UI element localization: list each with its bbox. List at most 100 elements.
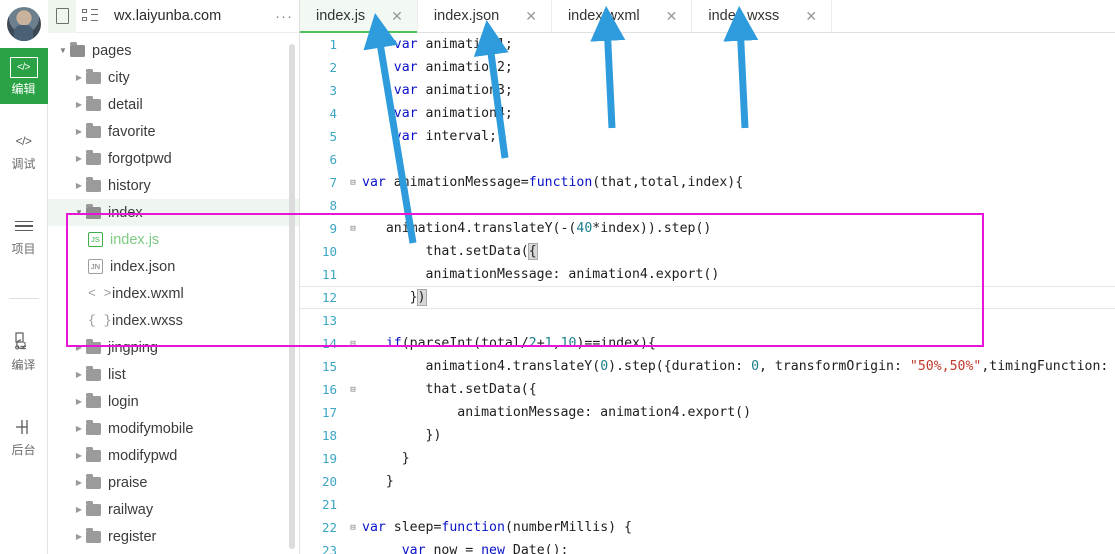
rail-item-background[interactable]: 后台 [0, 406, 48, 465]
fold-toggle-icon[interactable]: ⊟ [344, 224, 362, 234]
line-number: 10 [321, 244, 337, 259]
code-line[interactable]: 4 var animation4; [300, 102, 1115, 125]
rail-item-compile[interactable]: 编译 [0, 321, 48, 380]
tree-item-label: register [108, 528, 157, 545]
tab-index-wxml[interactable]: index.wxml ✕ [552, 0, 693, 32]
code-line[interactable]: 10 that.setData({ [300, 240, 1115, 263]
tree-item-index-wxml[interactable]: < > index.wxml [48, 280, 299, 307]
rail-item-edit[interactable]: </> 编辑 [0, 48, 48, 104]
file-tree-list[interactable]: ▼ pages ▶ city ▶ detail ▶ favorite ▶ forgotpwd ▶… [48, 33, 299, 554]
tree-item-index[interactable]: ▼ index [48, 199, 299, 226]
line-number: 14 [321, 336, 337, 351]
tree-item-index-json[interactable]: JN index.json [48, 253, 299, 280]
tree-item-register[interactable]: ▶ register [48, 523, 299, 550]
tree-item-city[interactable]: ▶ city [48, 64, 299, 91]
tree-item-login[interactable]: ▶ login [48, 388, 299, 415]
fold-toggle-icon[interactable]: ⊟ [344, 385, 362, 395]
code-content[interactable]: 1 var animation1; 2 var animation2; 3 var … [300, 33, 1115, 554]
code-line[interactable]: 1 var animation1; [300, 33, 1115, 56]
rail-item-project[interactable]: 项目 [0, 205, 48, 264]
line-number: 1 [329, 37, 337, 52]
code-line[interactable]: 17 animationMessage: animation4.export() [300, 401, 1115, 424]
chevron-right-icon[interactable]: ▶ [72, 478, 86, 487]
tree-item-detail[interactable]: ▶ detail [48, 91, 299, 118]
code-line-text: var animation1; [393, 37, 513, 52]
fold-toggle-icon[interactable]: ⊟ [344, 178, 362, 188]
wxml-file-icon: < > [88, 286, 112, 301]
code-icon: </> [9, 57, 38, 78]
chevron-right-icon[interactable]: ▶ [72, 451, 86, 460]
tree-item-index-js[interactable]: JS index.js [48, 226, 299, 253]
tree-item-jingping[interactable]: ▶ jingping [48, 334, 299, 361]
fold-toggle-icon[interactable]: ⊟ [344, 523, 362, 533]
more-options-icon[interactable]: ··· [269, 0, 299, 33]
user-avatar[interactable] [6, 7, 41, 41]
close-icon[interactable]: ✕ [805, 8, 817, 25]
avatar-container[interactable] [0, 0, 48, 48]
code-line[interactable]: 19 } [300, 447, 1115, 470]
fold-toggle-icon[interactable]: ⊟ [344, 339, 362, 349]
code-line[interactable]: 16 ⊟ that.setData({ [300, 378, 1115, 401]
close-icon[interactable]: ✕ [391, 8, 403, 25]
tree-item-modifymobile[interactable]: ▶ modifymobile [48, 415, 299, 442]
code-line[interactable]: 14 ⊟ if(parseInt(total/2+1,10)==index){ [300, 332, 1115, 355]
tab-label: index.json [433, 8, 500, 24]
line-number: 21 [321, 497, 337, 512]
line-number: 5 [329, 129, 337, 144]
code-line[interactable]: 7 ⊟ var animationMessage=function(that,tot… [300, 171, 1115, 194]
tree-item-praise[interactable]: ▶ praise [48, 469, 299, 496]
chevron-right-icon[interactable]: ▶ [72, 154, 86, 163]
code-line[interactable]: 5 var interval; [300, 125, 1115, 148]
code-line[interactable]: 15 animation4.translateY(0).step({durati… [300, 355, 1115, 378]
file-tree-scrollbar[interactable] [289, 44, 295, 549]
chevron-right-icon[interactable]: ▶ [72, 532, 86, 541]
chevron-right-icon[interactable]: ▶ [72, 424, 86, 433]
tab-index-js[interactable]: index.js ✕ [300, 0, 418, 33]
code-line[interactable]: 3 var animation3; [300, 79, 1115, 102]
code-line[interactable]: 22 ⊟ var sleep=function(numberMillis) { [300, 516, 1115, 539]
tree-item-list[interactable]: ▶ list [48, 361, 299, 388]
chevron-right-icon[interactable]: ▶ [72, 370, 86, 379]
tab-index-json[interactable]: index.json ✕ [418, 0, 552, 32]
code-line[interactable]: 12 }) [300, 286, 1115, 309]
background-icon [12, 415, 36, 439]
code-line[interactable]: 2 var animation2; [300, 56, 1115, 79]
code-line[interactable]: 20 } [300, 470, 1115, 493]
tree-item-forgotpwd[interactable]: ▶ forgotpwd [48, 145, 299, 172]
tree-toggle-icon[interactable] [76, 0, 104, 33]
tab-index-wxss[interactable]: index.wxss ✕ [692, 0, 833, 32]
code-line[interactable]: 9 ⊟ animation4.translateY(-(40*index)).st… [300, 217, 1115, 240]
code-line[interactable]: 6 [300, 148, 1115, 171]
chevron-down-icon[interactable]: ▼ [72, 208, 86, 217]
code-line-text: animation4.translateY(0).step({duration:… [362, 359, 1109, 374]
chevron-right-icon[interactable]: ▶ [72, 100, 86, 109]
chevron-right-icon[interactable]: ▶ [72, 73, 86, 82]
code-line[interactable]: 11 animationMessage: animation4.export() [300, 263, 1115, 286]
close-icon[interactable]: ✕ [666, 8, 678, 25]
chevron-right-icon[interactable]: ▶ [72, 181, 86, 190]
code-line[interactable]: 18 }) [300, 424, 1115, 447]
panel-toggle-icon[interactable] [48, 0, 76, 33]
code-line[interactable]: 21 [300, 493, 1115, 516]
tree-row-pages[interactable]: ▼ pages [48, 37, 299, 64]
chevron-down-icon[interactable]: ▼ [56, 46, 70, 55]
code-line[interactable]: 8 [300, 194, 1115, 217]
line-number: 18 [321, 428, 337, 443]
code-line[interactable]: 13 [300, 309, 1115, 332]
tree-item-railway[interactable]: ▶ railway [48, 496, 299, 523]
chevron-right-icon[interactable]: ▶ [72, 397, 86, 406]
chevron-right-icon[interactable]: ▶ [72, 505, 86, 514]
code-line-text: var sleep=function(numberMillis) { [362, 520, 632, 535]
close-icon[interactable]: ✕ [525, 8, 537, 25]
tree-item-label: index.json [110, 258, 176, 275]
code-line[interactable]: 23 var now = new Date(); [300, 539, 1115, 554]
chevron-right-icon[interactable]: ▶ [72, 343, 86, 352]
rail-item-debug[interactable]: </> 调试 [0, 120, 48, 179]
tree-item-index-wxss[interactable]: { } index.wxss [48, 307, 299, 334]
folder-icon [86, 203, 101, 219]
line-number: 4 [329, 106, 337, 121]
tree-item-favorite[interactable]: ▶ favorite [48, 118, 299, 145]
tree-item-modifypwd[interactable]: ▶ modifypwd [48, 442, 299, 469]
chevron-right-icon[interactable]: ▶ [72, 127, 86, 136]
tree-item-history[interactable]: ▶ history [48, 172, 299, 199]
